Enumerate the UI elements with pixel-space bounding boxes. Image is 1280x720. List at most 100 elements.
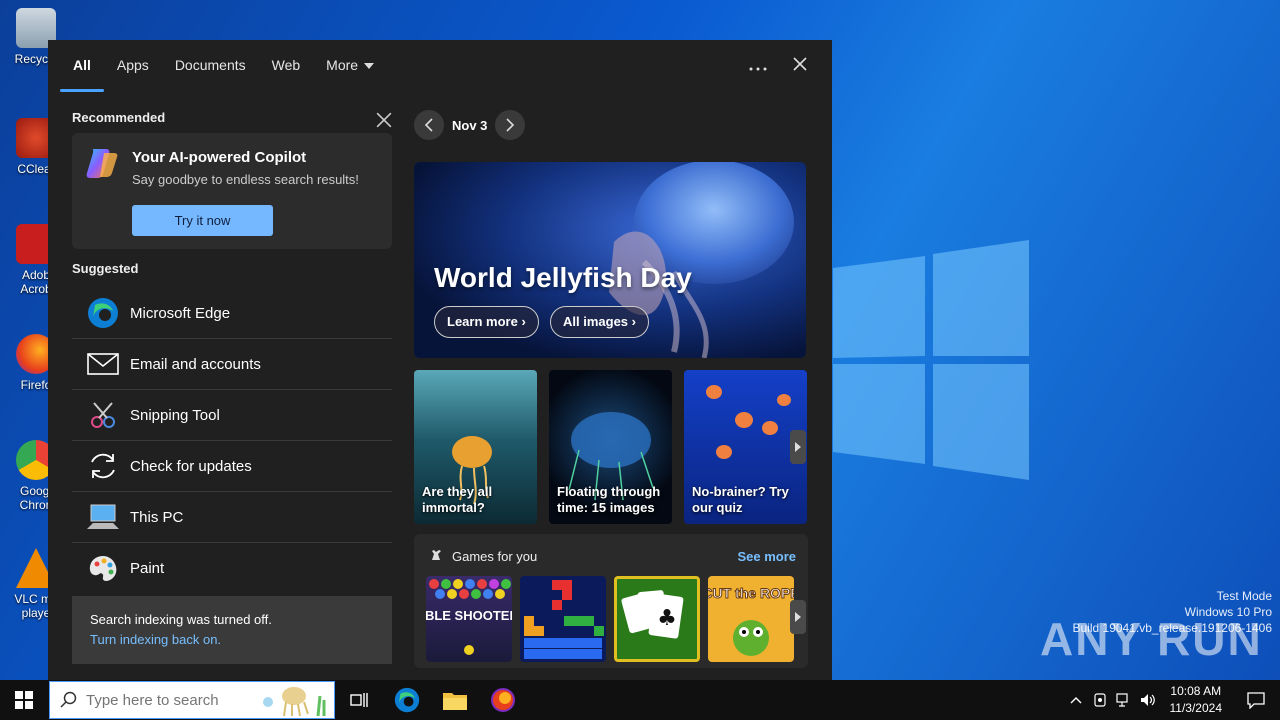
edge-icon [86, 296, 120, 330]
bubble-shooter-thumbnail: BUBBLE SHOOTER HD [426, 579, 512, 655]
copilot-logo-icon [86, 149, 118, 178]
desktop-icon-label: Firefo [20, 378, 52, 392]
game-name-text: BUBBLE SHOOTER HD [426, 608, 512, 623]
dismiss-recommended-icon[interactable] [376, 112, 392, 128]
network-icon [1115, 693, 1128, 707]
search-panel: All Apps Documents Web More Recommended … [48, 40, 832, 680]
snipping-tool-icon [86, 398, 120, 432]
suggested-item-label: Check for updates [130, 457, 252, 475]
card-caption: Floating through time: 15 images [557, 484, 661, 515]
try-it-now-button[interactable]: Try it now [132, 205, 273, 236]
chevron-right-icon: › [521, 314, 526, 329]
game-tile-cut-the-rope[interactable]: CUT the ROPE [708, 576, 794, 662]
search-input[interactable] [86, 691, 256, 709]
indexing-notice: Search indexing was turned off. Turn ind… [72, 596, 392, 664]
game-tile-block-puzzle[interactable] [520, 576, 606, 662]
hero-title: World Jellyfish Day [434, 262, 692, 293]
games-header: Games for you [428, 548, 537, 564]
block-puzzle-thumbnail [524, 580, 604, 659]
recommended-header: Recommended [72, 110, 392, 128]
task-view-icon [350, 693, 368, 707]
cut-the-rope-thumbnail: CUT the ROPE [708, 585, 794, 656]
notifications-button[interactable] [1232, 680, 1280, 720]
show-hidden-icons-button[interactable] [1064, 680, 1088, 720]
suggested-item-paint[interactable]: Paint [72, 543, 392, 594]
card-caption: No-brainer? Try our quiz [692, 484, 789, 515]
see-more-games-link[interactable]: See more [737, 549, 796, 564]
search-highlights: Nov 3 World Jellyfish Day Learn more › A… [414, 110, 810, 668]
task-view-button[interactable] [335, 680, 383, 720]
taskbar-firefox-button[interactable] [479, 680, 527, 720]
highlight-date: Nov 3 [452, 117, 488, 133]
games-title: Games for you [452, 548, 538, 564]
hero-card[interactable]: World Jellyfish Day Learn more › All ima… [414, 162, 806, 358]
learn-more-button[interactable]: Learn more › [434, 306, 539, 338]
windows-logo-wallpaper [833, 240, 1029, 480]
card-caption: Are they all immortal? [422, 484, 493, 515]
card-no-brainer-quiz[interactable]: No-brainer? Try our quiz [684, 370, 807, 524]
game-tile-solitaire[interactable]: ♣ [614, 576, 700, 662]
volume-button[interactable] [1136, 680, 1160, 720]
tab-more[interactable]: More [313, 40, 387, 92]
taskbar-search-box[interactable] [49, 681, 335, 719]
more-options-button[interactable] [744, 54, 772, 78]
windows-build-watermark: Test Mode Windows 10 Pro Build 19041.vb_… [1073, 588, 1273, 636]
chevron-right-icon [506, 118, 515, 132]
start-button[interactable] [0, 680, 48, 720]
caret-right-icon [795, 612, 801, 622]
suggested-item-this-pc[interactable]: This PC [72, 492, 392, 543]
tab-apps[interactable]: Apps [104, 40, 162, 92]
edge-icon [394, 687, 420, 713]
search-highlight-jellyfish-icon [263, 687, 326, 717]
game-name-text: CUT the ROPE [708, 585, 794, 601]
tab-documents[interactable]: Documents [162, 40, 259, 92]
suggested-item-label: Microsoft Edge [130, 304, 231, 322]
copilot-subtitle: Say goodbye to endless search results! [132, 172, 359, 187]
taskbar: 10:08 AM 11/3/2024 [0, 680, 1280, 720]
taskbar-file-explorer-button[interactable] [431, 680, 479, 720]
cards-next-button[interactable] [790, 430, 806, 464]
desktop-icon-label: Adob Acrob [20, 268, 52, 296]
refresh-icon [86, 449, 120, 483]
taskbar-edge-button[interactable] [383, 680, 431, 720]
suggested-item-email-and-accounts[interactable]: Email and accounts [72, 339, 392, 390]
card-floating-through-time[interactable]: Floating through time: 15 images [549, 370, 672, 524]
copilot-title: Your AI-powered Copilot [132, 149, 307, 166]
solitaire-thumbnail: ♣ [621, 590, 684, 639]
tray-app-button[interactable] [1088, 680, 1112, 720]
suggested-list: Microsoft Edge Email and accounts Snippi… [72, 288, 392, 594]
tab-all[interactable]: All [60, 40, 104, 92]
clock[interactable]: 10:08 AM 11/3/2024 [1170, 683, 1223, 717]
suggested-item-label: This PC [130, 508, 184, 526]
suggested-item-label: Snipping Tool [130, 406, 220, 424]
folder-icon [443, 693, 467, 710]
games-section: Games for you See more BUBBLE SHOOTER HD… [414, 534, 808, 668]
all-images-label: All images [563, 314, 629, 329]
watermark-line: Test Mode [1216, 589, 1272, 603]
suggested-item-snipping-tool[interactable]: Snipping Tool [72, 390, 392, 441]
ellipsis-icon [749, 67, 767, 71]
game-tile-bubble-shooter[interactable]: BUBBLE SHOOTER HD [426, 576, 512, 662]
turn-indexing-on-link[interactable]: Turn indexing back on. [90, 630, 374, 650]
search-icon [60, 691, 77, 708]
mail-icon [86, 347, 120, 381]
card-immortal-jellyfish[interactable]: Are they all immortal? [414, 370, 537, 524]
suggested-item-label: Paint [130, 560, 165, 577]
computer-icon [86, 500, 120, 534]
recommended-title: Recommended [72, 110, 166, 125]
caret-right-icon [795, 442, 801, 452]
suggested-item-label: Email and accounts [130, 355, 261, 373]
suggested-item-check-for-updates[interactable]: Check for updates [72, 441, 392, 492]
all-images-button[interactable]: All images › [550, 306, 649, 338]
volume-icon [1140, 694, 1155, 706]
notification-icon [1247, 692, 1265, 709]
games-next-button[interactable] [790, 600, 806, 634]
next-date-button[interactable] [495, 110, 526, 140]
tab-web[interactable]: Web [259, 40, 314, 92]
previous-date-button[interactable] [414, 110, 444, 140]
close-panel-button[interactable] [786, 54, 814, 78]
network-button[interactable] [1112, 680, 1136, 720]
close-icon [793, 57, 807, 71]
svg-text:♣: ♣ [657, 606, 677, 631]
suggested-item-microsoft-edge[interactable]: Microsoft Edge [72, 288, 392, 339]
